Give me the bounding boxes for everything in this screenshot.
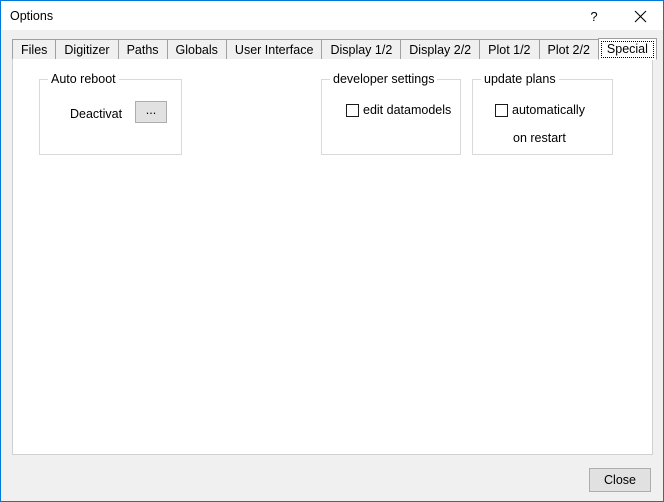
tab-special[interactable]: Special — [597, 38, 657, 60]
checkbox-label: edit datamodels — [363, 103, 452, 117]
close-icon[interactable] — [617, 1, 663, 31]
group-update-plans: update plans automatically on restart — [472, 72, 613, 155]
tab-label: Plot 2/2 — [547, 42, 590, 57]
group-title-update-plans: update plans — [481, 72, 559, 87]
on-restart-label: on restart — [513, 131, 566, 145]
group-title-auto-reboot: Auto reboot — [48, 72, 119, 87]
tab-paths[interactable]: Paths — [117, 39, 168, 59]
tab-strip: Files Digitizer Paths Globals User Inter… — [12, 38, 657, 60]
group-developer-settings: developer settings edit datamodels — [321, 72, 461, 155]
tab-label: User Interface — [234, 42, 314, 57]
group-title-developer-settings: developer settings — [330, 72, 438, 87]
checkbox-box-icon[interactable] — [346, 104, 359, 117]
tab-files[interactable]: Files — [12, 39, 57, 59]
tab-label: Special — [606, 42, 648, 56]
checkbox-box-icon[interactable] — [495, 104, 508, 117]
checkbox-edit-datamodels[interactable]: edit datamodels — [346, 103, 451, 118]
tab-content-panel: Auto reboot Deactivat ... developer sett… — [12, 58, 653, 455]
title-bar: Options ? — [1, 0, 663, 30]
checkbox-automatically[interactable]: automatically — [495, 103, 585, 118]
options-dialog-window: Options ? Files Digitizer Paths Globals — [0, 0, 664, 502]
tab-label: Display 2/2 — [409, 42, 472, 57]
tab-label: Display 1/2 — [330, 42, 393, 57]
window-title: Options — [10, 9, 54, 23]
checkbox-label: automatically — [512, 103, 585, 117]
tab-label: Plot 1/2 — [488, 42, 531, 57]
tab-globals[interactable]: Globals — [166, 39, 227, 59]
tab-user-interface[interactable]: User Interface — [225, 39, 323, 59]
tab-label: Paths — [126, 42, 159, 57]
tab-plot-2-2[interactable]: Plot 2/2 — [538, 39, 599, 59]
tab-plot-1-2[interactable]: Plot 1/2 — [479, 39, 540, 59]
tab-display-2-2[interactable]: Display 2/2 — [400, 39, 481, 59]
help-glyph: ? — [590, 8, 598, 24]
auto-reboot-browse-button[interactable]: ... — [135, 101, 167, 123]
close-button[interactable]: Close — [589, 468, 651, 492]
help-icon[interactable]: ? — [571, 1, 617, 31]
tab-display-1-2[interactable]: Display 1/2 — [321, 39, 402, 59]
group-auto-reboot: Auto reboot Deactivat ... — [39, 72, 182, 155]
title-bar-buttons: ? — [571, 1, 663, 31]
tab-label: Files — [21, 42, 48, 57]
tab-digitizer[interactable]: Digitizer — [55, 39, 119, 59]
tab-label: Digitizer — [64, 42, 110, 57]
deactivate-label: Deactivat — [70, 107, 123, 121]
tab-label: Globals — [175, 42, 218, 57]
